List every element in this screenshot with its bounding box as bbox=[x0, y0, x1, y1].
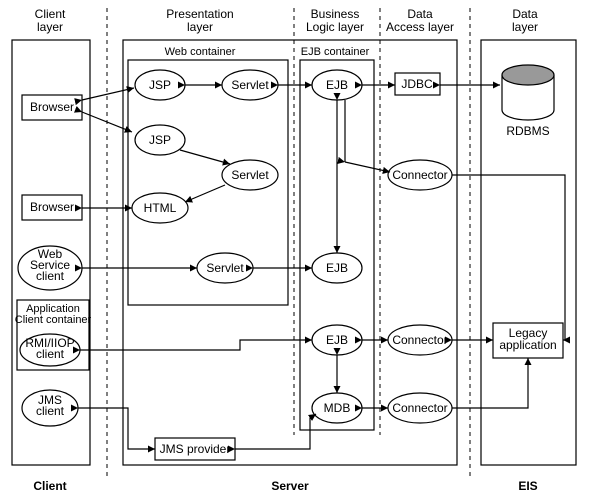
svg-text:HTML: HTML bbox=[144, 201, 177, 215]
rdbms-db-icon bbox=[502, 65, 554, 120]
svg-text:EJB: EJB bbox=[326, 261, 348, 275]
svg-text:Servlet: Servlet bbox=[231, 168, 269, 182]
svg-text:MDB: MDB bbox=[324, 401, 351, 415]
svg-text:Browser: Browser bbox=[30, 100, 74, 114]
bottom-client-label: Client bbox=[33, 479, 66, 493]
layer-business-label: BusinessLogic layer bbox=[306, 7, 364, 34]
svg-text:Connector: Connector bbox=[392, 333, 447, 347]
svg-text:Connector: Connector bbox=[392, 401, 447, 415]
svg-text:Browser: Browser bbox=[30, 200, 74, 214]
ejb-container-label: EJB container bbox=[301, 46, 370, 58]
layer-data-label: Datalayer bbox=[512, 7, 538, 34]
bottom-server-label: Server bbox=[271, 479, 309, 493]
svg-text:JDBC: JDBC bbox=[401, 77, 433, 91]
svg-text:Servlet: Servlet bbox=[231, 78, 269, 92]
layer-dataaccess-label: DataAccess layer bbox=[386, 7, 454, 34]
layer-client-label: Clientlayer bbox=[35, 7, 66, 34]
svg-text:EJB: EJB bbox=[326, 78, 348, 92]
rdbms-label: RDBMS bbox=[506, 124, 549, 138]
svg-text:JMS provider: JMS provider bbox=[160, 442, 231, 456]
bottom-eis-label: EIS bbox=[518, 479, 537, 493]
svg-text:JSP: JSP bbox=[149, 78, 171, 92]
layer-presentation-label: Presentationlayer bbox=[166, 7, 233, 34]
svg-text:JSP: JSP bbox=[149, 133, 171, 147]
svg-text:EJB: EJB bbox=[326, 333, 348, 347]
svg-text:ApplicationClient container: ApplicationClient container bbox=[15, 303, 92, 326]
architecture-diagram: Clientlayer Presentationlayer BusinessLo… bbox=[0, 0, 590, 504]
svg-text:JMSclient: JMSclient bbox=[36, 393, 65, 418]
web-container-label: Web container bbox=[165, 46, 236, 58]
svg-text:Connector: Connector bbox=[392, 168, 447, 182]
svg-text:Servlet: Servlet bbox=[206, 261, 244, 275]
